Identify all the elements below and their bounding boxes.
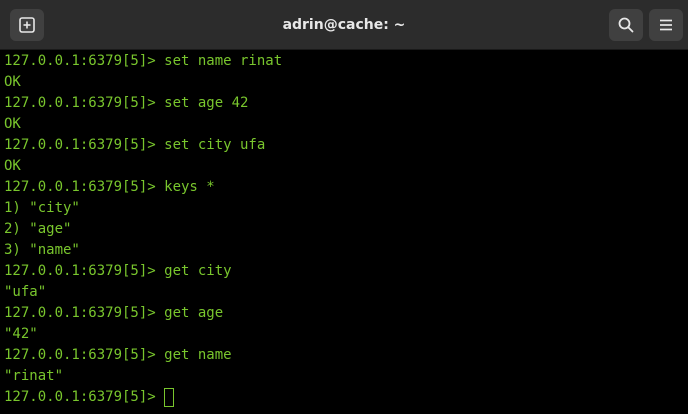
title-bar: adrin@cache: ~ bbox=[0, 0, 688, 50]
search-icon bbox=[617, 16, 635, 34]
terminal-line: 127.0.0.1:6379[5]> set city ufa bbox=[4, 137, 266, 153]
hamburger-menu-icon bbox=[657, 16, 675, 34]
text-cursor bbox=[164, 388, 175, 407]
terminal-line: 127.0.0.1:6379[5]> get age bbox=[4, 305, 224, 321]
prompt-text: 127.0.0.1:6379[5]> bbox=[4, 389, 165, 405]
terminal-line: 127.0.0.1:6379[5]> set age 42 bbox=[4, 95, 249, 111]
window-title: adrin@cache: ~ bbox=[282, 17, 406, 33]
terminal-line: 1) "city" bbox=[4, 200, 80, 216]
new-tab-icon bbox=[18, 16, 36, 34]
terminal-line: OK bbox=[4, 116, 21, 132]
terminal-line: 3) "name" bbox=[4, 242, 80, 258]
terminal-line: "ufa" bbox=[4, 284, 47, 300]
active-prompt-line[interactable]: 127.0.0.1:6379[5]> bbox=[4, 387, 688, 408]
search-button[interactable] bbox=[609, 9, 643, 41]
terminal-line: "42" bbox=[4, 326, 38, 342]
terminal-line: 127.0.0.1:6379[5]> get name bbox=[4, 347, 232, 363]
terminal-line: 127.0.0.1:6379[5]> get city bbox=[4, 263, 232, 279]
new-tab-button[interactable] bbox=[10, 9, 44, 41]
terminal-window: adrin@cache: ~ 127.0.0.1:6379[5]> set na… bbox=[0, 0, 688, 414]
terminal-line: 2) "age" bbox=[4, 221, 72, 237]
terminal-line: "rinat" bbox=[4, 368, 64, 384]
terminal-line: OK bbox=[4, 74, 21, 90]
terminal-line: OK bbox=[4, 158, 21, 174]
terminal-line: 127.0.0.1:6379[5]> set name rinat bbox=[4, 53, 283, 69]
menu-button[interactable] bbox=[649, 9, 683, 41]
terminal-output[interactable]: 127.0.0.1:6379[5]> set name rinat OK 127… bbox=[0, 50, 688, 414]
terminal-line: 127.0.0.1:6379[5]> keys * bbox=[4, 179, 215, 195]
